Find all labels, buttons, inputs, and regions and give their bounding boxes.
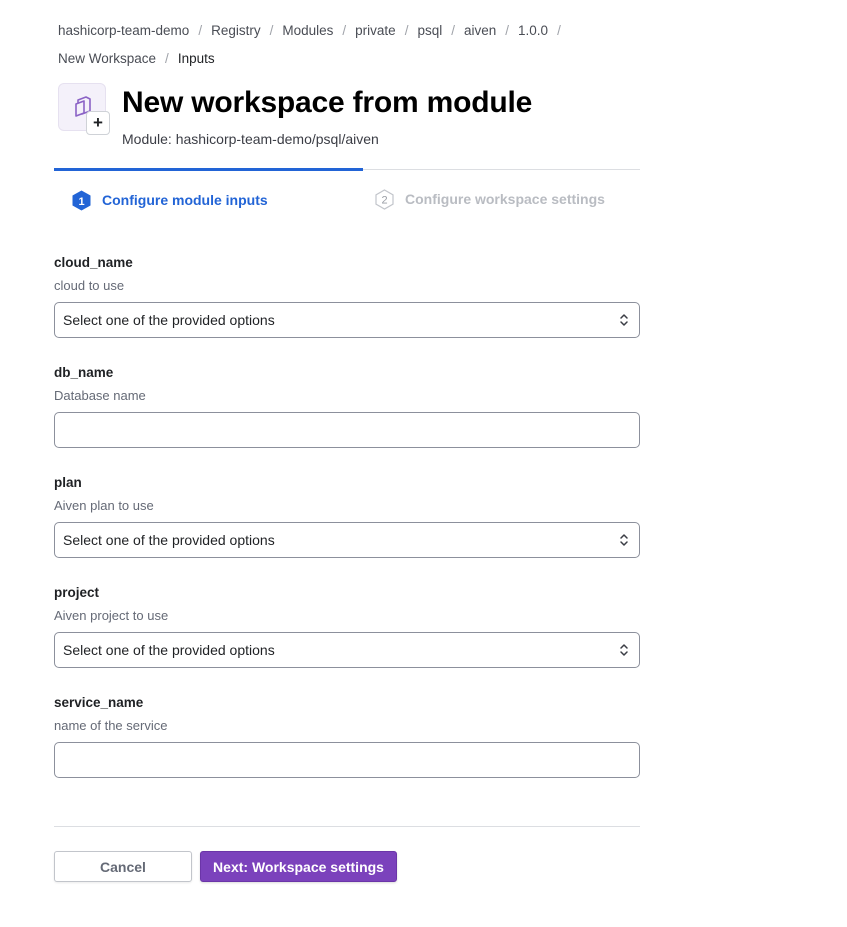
breadcrumb-separator: / <box>198 23 203 38</box>
breadcrumb-link-registry[interactable]: Registry <box>211 23 261 38</box>
plus-icon: + <box>86 111 110 135</box>
breadcrumb-link-modules[interactable]: Modules <box>282 23 333 38</box>
db-name-description: Database name <box>54 388 146 403</box>
db-name-label: db_name <box>54 365 114 380</box>
breadcrumb-separator: / <box>557 23 561 38</box>
plan-select[interactable]: Select one of the provided options <box>54 522 640 558</box>
plan-description: Aiven plan to use <box>54 498 154 513</box>
step-2-hexagon-icon: 2 <box>375 189 394 210</box>
breadcrumb-link-psql[interactable]: psql <box>417 23 442 38</box>
module-subtitle: Module: hashicorp-team-demo/psql/aiven <box>122 131 379 147</box>
cloud-name-description: cloud to use <box>54 278 125 293</box>
service-name-input[interactable] <box>54 742 640 778</box>
breadcrumb-link-organization[interactable]: hashicorp-team-demo <box>58 23 189 38</box>
breadcrumb-separator: / <box>269 23 274 38</box>
chevron-up-down-icon <box>620 314 628 326</box>
cloud-name-select[interactable]: Select one of the provided options <box>54 302 640 338</box>
plan-select-value: Select one of the provided options <box>63 532 275 548</box>
service-name-label: service_name <box>54 695 144 710</box>
breadcrumb-separator: / <box>505 23 510 38</box>
breadcrumb-separator: / <box>342 23 347 38</box>
step-2-label[interactable]: Configure workspace settings <box>405 191 605 207</box>
active-step-indicator <box>54 168 363 171</box>
cancel-button[interactable]: Cancel <box>54 851 192 882</box>
step-1-number: 1 <box>78 196 84 208</box>
breadcrumb-link-private[interactable]: private <box>355 23 396 38</box>
cloud-name-select-value: Select one of the provided options <box>63 312 275 328</box>
breadcrumb-current-inputs: Inputs <box>177 51 215 66</box>
cloud-name-label: cloud_name <box>54 255 133 270</box>
breadcrumb-separator: / <box>404 23 409 38</box>
project-select[interactable]: Select one of the provided options <box>54 632 640 668</box>
step-1-label[interactable]: Configure module inputs <box>102 192 268 208</box>
plan-label: plan <box>54 475 82 490</box>
service-name-description: name of the service <box>54 718 168 733</box>
page-title: New workspace from module <box>122 86 533 119</box>
db-name-input[interactable] <box>54 412 640 448</box>
breadcrumb-link-new-workspace[interactable]: New Workspace <box>58 51 156 66</box>
project-description: Aiven project to use <box>54 608 169 623</box>
step-2-number: 2 <box>381 195 387 207</box>
breadcrumb-link-version[interactable]: 1.0.0 <box>518 23 548 38</box>
footer-divider <box>54 826 640 827</box>
project-select-value: Select one of the provided options <box>63 642 275 658</box>
chevron-up-down-icon <box>620 534 628 546</box>
breadcrumb-separator: / <box>451 23 455 38</box>
project-label: project <box>54 585 100 600</box>
breadcrumb-link-aiven[interactable]: aiven <box>464 23 496 38</box>
step-1-hexagon-icon: 1 <box>72 190 91 211</box>
next-workspace-settings-button[interactable]: Next: Workspace settings <box>200 851 397 882</box>
breadcrumb: hashicorp-team-demo / Registry / Modules / pri… <box>58 17 618 73</box>
chevron-up-down-icon <box>620 644 628 656</box>
breadcrumb-separator: / <box>165 51 169 66</box>
